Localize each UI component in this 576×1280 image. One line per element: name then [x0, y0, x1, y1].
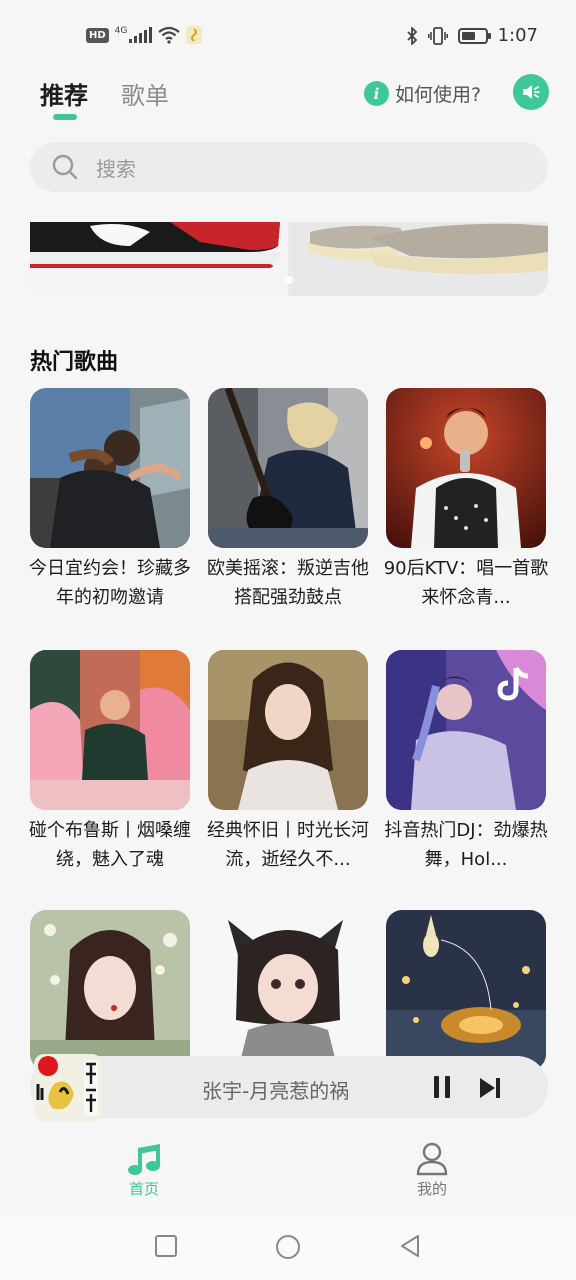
- song-card[interactable]: 经典怀旧丨时光长河流，逝经久不...: [207, 650, 369, 874]
- home-circle-icon[interactable]: [275, 1234, 301, 1260]
- song-title: 抖音热门DJ：劲爆热舞，Hol...: [384, 820, 548, 870]
- search-placeholder: 搜索: [96, 156, 136, 181]
- nav-mine[interactable]: 我的: [392, 1142, 472, 1199]
- song-card[interactable]: [30, 910, 190, 1076]
- mini-player[interactable]: 张宇-月亮惹的祸: [30, 1054, 548, 1122]
- song-card[interactable]: 欧美摇滚：叛逆吉他搭配强劲鼓点: [207, 388, 369, 612]
- song-cover-image: [386, 910, 546, 1070]
- user-icon: [416, 1142, 448, 1176]
- song-card[interactable]: 今日宜约会！珍藏多年的初吻邀请: [29, 388, 191, 612]
- song-title: 经典怀旧丨时光长河流，逝经久不...: [207, 820, 369, 870]
- wifi-icon: [158, 26, 181, 44]
- song-title: 欧美摇滚：叛逆吉他搭配强劲鼓点: [207, 558, 369, 608]
- back-triangle-icon[interactable]: [398, 1234, 422, 1258]
- search-bar[interactable]: 搜索: [30, 142, 548, 192]
- section-title-hot-songs: 热门歌曲: [30, 350, 119, 375]
- song-card[interactable]: [208, 910, 368, 1076]
- bluetooth-icon: [406, 26, 417, 45]
- banner-carousel[interactable]: [30, 222, 548, 296]
- tab-recommend[interactable]: 推荐: [40, 76, 88, 111]
- song-card[interactable]: 碰个布鲁斯丨烟嗓缠绕，魅入了魂: [29, 650, 191, 874]
- speaker-icon: [523, 85, 540, 99]
- song-cover-image: [30, 910, 190, 1070]
- battery-icon: [457, 27, 491, 44]
- search-icon: [52, 154, 78, 180]
- carousel-dot[interactable]: [285, 276, 293, 284]
- sound-button[interactable]: [513, 74, 549, 110]
- song-cover-image: [208, 910, 368, 1070]
- active-tab-indicator: [53, 114, 77, 120]
- status-right-icons: 1:07: [406, 25, 538, 46]
- song-cover-image: [30, 388, 190, 548]
- pause-icon-bar: [445, 1076, 450, 1098]
- tab-playlists[interactable]: 歌单: [121, 76, 169, 111]
- album-art: [34, 1054, 102, 1122]
- top-header: 推荐 歌单 i 如何使用?: [0, 72, 576, 124]
- clock: 1:07: [497, 25, 538, 46]
- recent-apps-icon[interactable]: [154, 1234, 178, 1258]
- song-cover-image: [386, 388, 546, 548]
- song-cover-image: [208, 388, 368, 548]
- song-cover-image: [30, 650, 190, 810]
- system-navigation-bar: [0, 1216, 576, 1280]
- song-title: 今日宜约会！珍藏多年的初吻邀请: [29, 558, 191, 608]
- banner-image-sneaker-left: [30, 222, 288, 296]
- bottom-navigation: 首页 我的: [0, 1136, 576, 1216]
- status-left-icons: HD 4G: [86, 26, 203, 44]
- music-note-icon: [128, 1144, 160, 1175]
- how-to-use-link[interactable]: i 如何使用?: [364, 80, 481, 107]
- pause-icon-bar: [434, 1076, 439, 1098]
- song-cover-image: [208, 650, 368, 810]
- info-icon: i: [364, 81, 389, 106]
- signal-icon: [129, 27, 153, 43]
- pause-button[interactable]: [434, 1076, 458, 1100]
- nav-mine-label: 我的: [416, 1180, 447, 1198]
- hd-badge: HD: [86, 27, 109, 43]
- how-to-use-label: 如何使用?: [395, 84, 482, 106]
- song-card[interactable]: [386, 910, 546, 1076]
- song-card[interactable]: 90后KTV：唱一首歌来怀念青...: [384, 388, 548, 612]
- banner-image-sneaker-right: [290, 222, 548, 296]
- network-type: 4G: [114, 26, 128, 36]
- nav-home-label: 首页: [128, 1180, 159, 1198]
- song-title: 碰个布鲁斯丨烟嗓缠绕，魅入了魂: [29, 820, 191, 870]
- song-title: 90后KTV：唱一首歌来怀念青...: [383, 558, 549, 608]
- nav-home[interactable]: 首页: [104, 1142, 184, 1199]
- song-card[interactable]: 抖音热门DJ：劲爆热舞，Hol...: [384, 650, 548, 874]
- status-bar: HD 4G 1:07: [0, 0, 576, 72]
- song-cover-image: [386, 650, 546, 810]
- app-notification-icon: [186, 26, 203, 44]
- now-playing-title: 张宇-月亮惹的祸: [202, 1079, 350, 1103]
- next-track-button[interactable]: [478, 1076, 502, 1100]
- battery-level: [461, 31, 475, 40]
- vibrate-icon: [427, 26, 448, 45]
